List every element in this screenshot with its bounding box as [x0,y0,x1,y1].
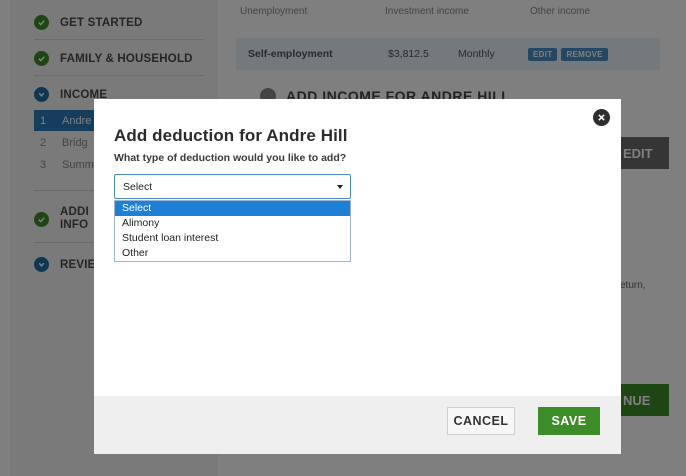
deduction-type-select[interactable]: Select [114,174,351,199]
select-value: Select [123,180,153,193]
option-alimony[interactable]: Alimony [115,216,350,231]
deduction-type-options: Select Alimony Student loan interest Oth… [114,200,351,262]
close-icon [598,114,605,121]
close-button[interactable] [593,109,610,126]
option-select[interactable]: Select [115,201,350,216]
option-student-loan-interest[interactable]: Student loan interest [115,231,350,246]
cancel-button[interactable]: CANCEL [447,407,515,435]
dropdown-arrow-icon [336,182,344,190]
dialog-title: Add deduction for Andre Hill [114,126,348,145]
deduction-type-question: What type of deduction would you like to… [114,152,347,164]
save-button[interactable]: SAVE [538,407,600,435]
add-deduction-dialog: Add deduction for Andre Hill What type o… [94,99,621,454]
dialog-footer: CANCEL SAVE [94,396,621,454]
option-other[interactable]: Other [115,246,350,261]
